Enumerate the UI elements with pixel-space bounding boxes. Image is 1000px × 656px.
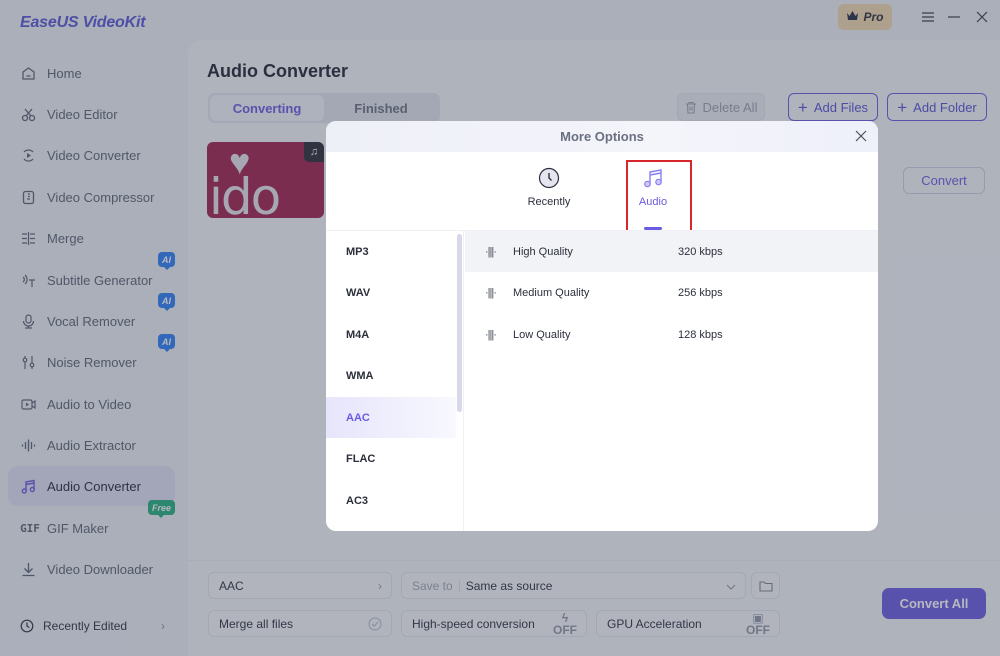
quality-item-low[interactable]: ·|||· Low Quality 128 kbps <box>465 314 878 355</box>
quality-bitrate: 320 kbps <box>678 245 723 258</box>
quality-bitrate: 128 kbps <box>678 328 723 341</box>
format-item-wma[interactable]: WMA <box>326 355 456 396</box>
format-list-scrollbar[interactable] <box>457 234 462 412</box>
dialog-title: More Options <box>560 129 644 144</box>
category-label: Recently <box>527 196 571 208</box>
format-item-aac[interactable]: AAC <box>326 397 456 438</box>
quality-item-high[interactable]: ·|||· High Quality 320 kbps <box>465 231 878 272</box>
quality-list: ·|||· High Quality 320 kbps ·|||· Medium… <box>465 231 878 531</box>
quality-name: Low Quality <box>513 328 571 341</box>
format-list: MP3 WAV M4A WMA AAC FLAC AC3 <box>326 231 464 531</box>
clock-icon <box>537 166 561 190</box>
waveform-icon: ·|||· <box>485 286 497 299</box>
format-item-flac[interactable]: FLAC <box>326 438 456 479</box>
waveform-icon: ·|||· <box>485 328 497 341</box>
quality-item-medium[interactable]: ·|||· Medium Quality 256 kbps <box>465 272 878 313</box>
format-item-ac3[interactable]: AC3 <box>326 480 456 521</box>
highlight-annotation <box>626 160 692 239</box>
category-tab-recently[interactable]: Recently <box>519 166 579 226</box>
close-icon[interactable] <box>853 128 869 144</box>
more-options-dialog: More Options Recently Audio MP3 WAV M4A … <box>326 121 878 531</box>
dialog-header: More Options <box>326 121 878 152</box>
quality-name: High Quality <box>513 245 573 258</box>
waveform-icon: ·|||· <box>485 245 497 258</box>
quality-name: Medium Quality <box>513 286 590 299</box>
format-item-mp3[interactable]: MP3 <box>326 231 456 272</box>
quality-bitrate: 256 kbps <box>678 286 723 299</box>
format-item-wav[interactable]: WAV <box>326 272 456 313</box>
format-item-m4a[interactable]: M4A <box>326 314 456 355</box>
